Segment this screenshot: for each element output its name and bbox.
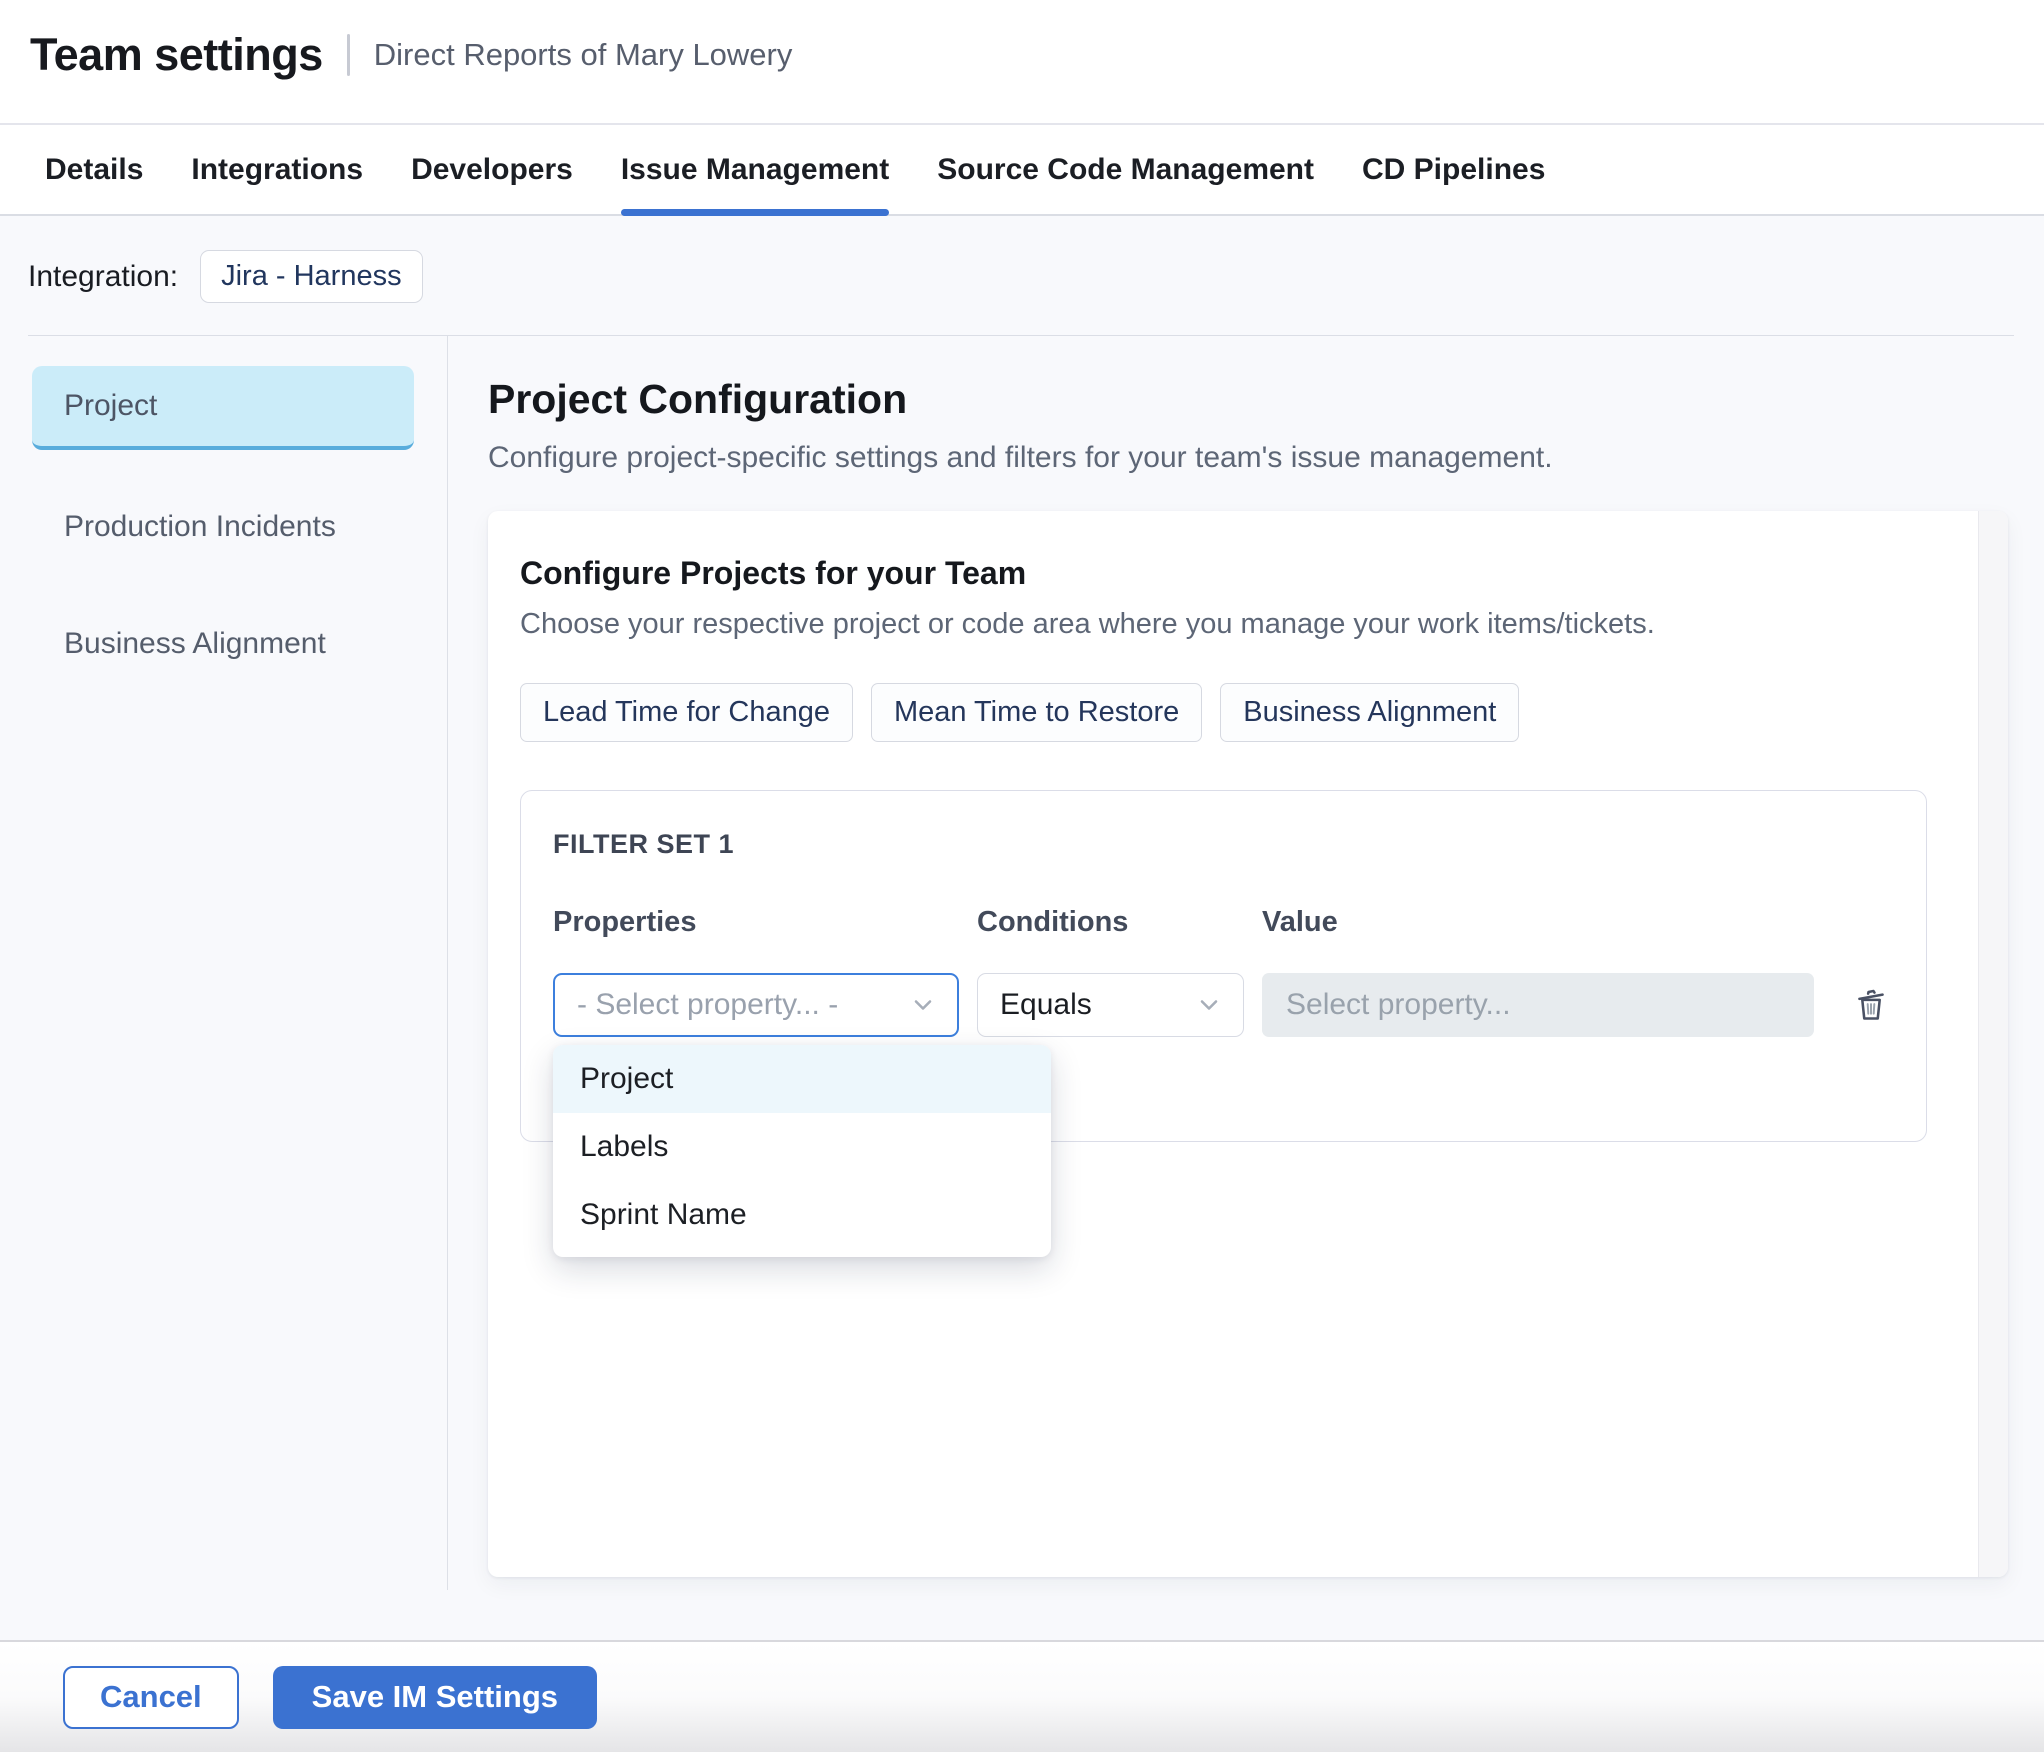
tab-label: CD Pipelines: [1362, 152, 1546, 186]
property-select-placeholder: - Select property... -: [577, 988, 839, 1021]
title-separator: [346, 33, 350, 76]
tab-integrations[interactable]: Integrations: [191, 125, 363, 214]
section-subtitle: Configure project-specific settings and …: [488, 441, 1553, 474]
column-label-properties: Properties: [553, 906, 697, 938]
tab-label: Integrations: [191, 152, 364, 186]
metric-chip-row: Lead Time for Change Mean Time to Restor…: [520, 683, 1944, 742]
property-dropdown-menu: Project Labels Sprint Name: [553, 1045, 1051, 1257]
tab-developers[interactable]: Developers: [411, 125, 573, 214]
chevron-down-icon: [1200, 1000, 1218, 1010]
tab-issue-management[interactable]: Issue Management: [620, 125, 890, 216]
tab-label: Issue Management: [620, 152, 890, 186]
filter-column-headers: Properties Conditions Value: [553, 906, 1896, 939]
page-subtitle: Direct Reports of Mary Lowery: [373, 36, 793, 72]
trash-icon: [1858, 989, 1884, 1020]
value-input[interactable]: [1262, 973, 1814, 1037]
column-label-value: Value: [1262, 906, 1338, 938]
save-im-settings-button[interactable]: Save IM Settings: [272, 1665, 598, 1729]
tab-details[interactable]: Details: [45, 125, 143, 214]
column-label-conditions: Conditions: [977, 906, 1129, 938]
main-panel: Project Configuration Configure project-…: [448, 336, 2044, 1640]
property-select[interactable]: - Select property... - Project Labels Sp…: [553, 973, 1051, 1257]
sidebar-item-label: Project: [64, 389, 158, 422]
delete-filter-button[interactable]: [1850, 984, 1892, 1026]
tab-bar: Details Integrations Developers Issue Ma…: [0, 125, 2044, 216]
filter-controls-row: - Select property... - Project Labels Sp…: [553, 973, 1896, 1257]
footer-action-bar: Cancel Save IM Settings: [0, 1640, 2044, 1752]
filter-set-title: FILTER SET 1: [553, 829, 735, 859]
page-title: Team settings: [30, 28, 323, 80]
page-header: Team settings Direct Reports of Mary Low…: [0, 0, 2044, 125]
dropdown-option-labels[interactable]: Labels: [553, 1113, 1051, 1181]
settings-sidebar: Project Production Incidents Business Al…: [0, 336, 447, 1640]
card-subtitle: Choose your respective project or code a…: [520, 608, 1655, 640]
chevron-down-icon: [914, 1000, 932, 1010]
card-title: Configure Projects for your Team: [520, 555, 1027, 591]
configure-projects-card: Configure Projects for your Team Choose …: [488, 511, 2008, 1577]
card-scrollbar[interactable]: [1978, 511, 2008, 1577]
sidebar-item-production-incidents[interactable]: Production Incidents: [32, 487, 414, 567]
integration-badge[interactable]: Jira - Harness: [200, 250, 423, 303]
condition-select-value: Equals: [1000, 988, 1092, 1021]
chip-mean-time-to-restore[interactable]: Mean Time to Restore: [870, 683, 1203, 742]
sidebar-item-label: Production Incidents: [64, 510, 336, 543]
filter-set-1: FILTER SET 1 Properties Conditions Value…: [520, 790, 1927, 1257]
tab-cd-pipelines[interactable]: CD Pipelines: [1362, 125, 1545, 214]
sidebar-item-business-alignment[interactable]: Business Alignment: [32, 604, 414, 684]
chip-lead-time-for-change[interactable]: Lead Time for Change: [520, 683, 853, 742]
sidebar-item-label: Business Alignment: [64, 627, 326, 660]
tab-source-code-management[interactable]: Source Code Management: [937, 125, 1314, 214]
section-title: Project Configuration: [488, 376, 908, 422]
tab-label: Source Code Management: [937, 152, 1314, 186]
content-area: Project Production Incidents Business Al…: [0, 336, 2044, 1640]
chip-business-alignment[interactable]: Business Alignment: [1220, 683, 1520, 742]
dropdown-option-project[interactable]: Project: [553, 1045, 1051, 1113]
cancel-button[interactable]: Cancel: [63, 1665, 239, 1729]
condition-select[interactable]: Equals: [977, 973, 1244, 1037]
dropdown-option-sprint-name[interactable]: Sprint Name: [553, 1181, 1051, 1249]
tab-label: Details: [45, 152, 144, 186]
tab-label: Developers: [411, 152, 573, 186]
integration-label: Integration:: [28, 259, 179, 293]
integration-row: Integration: Jira - Harness: [0, 216, 2044, 303]
sidebar-item-project[interactable]: Project: [32, 366, 414, 450]
